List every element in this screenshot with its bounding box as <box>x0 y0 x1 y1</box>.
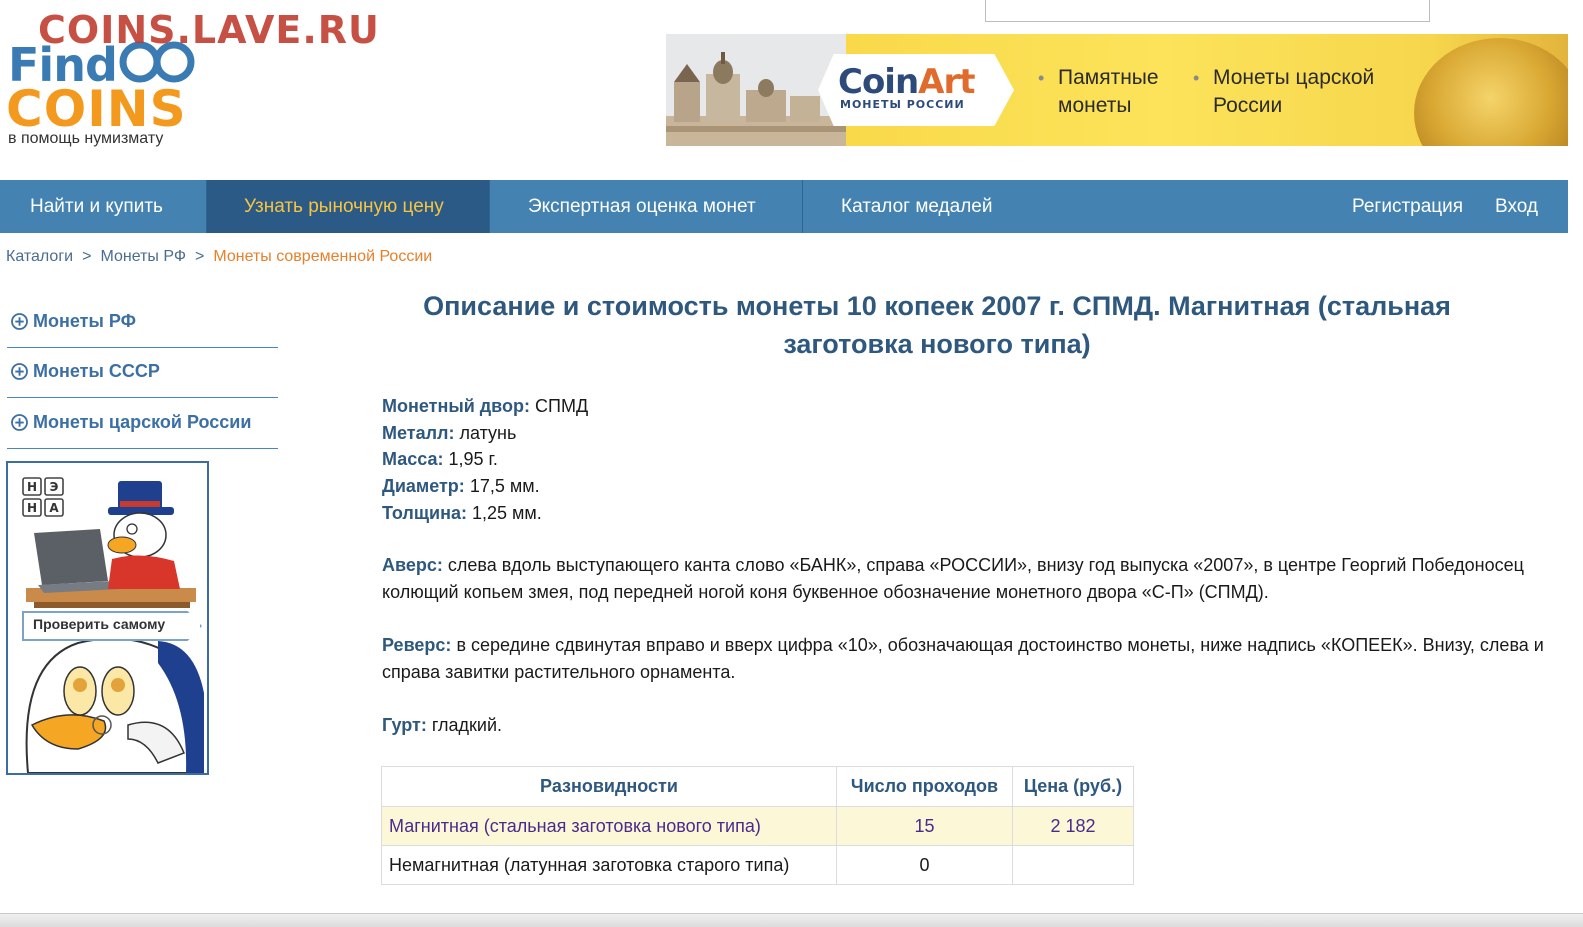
logo-tagline: в помощь нумизмату <box>8 130 164 147</box>
coinart-logo-coin: Coin <box>838 62 919 102</box>
spec-key: Монетный двор: <box>382 396 530 416</box>
variant-cell[interactable]: Магнитная (стальная заготовка нового тип… <box>381 806 837 846</box>
promo-label: Проверить самому <box>33 616 166 632</box>
breadcrumb-catalogs[interactable]: Каталоги <box>6 248 73 265</box>
watermark-text: COINS.LAVE.RU <box>38 8 380 52</box>
edge-description: Гурт: гладкий. <box>382 712 1552 739</box>
price-cell: 2 182 <box>1012 806 1134 846</box>
reverse-key: Реверс: <box>382 635 452 655</box>
column-header-price: Цена (руб.) <box>1012 766 1134 807</box>
main-nav: Найти и купить Узнать рыночную цену Эксп… <box>0 180 1568 233</box>
breadcrumb-separator: > <box>195 248 205 265</box>
spec-value: 17,5 мм. <box>469 476 540 497</box>
sidebar-item-coins-tsarist[interactable]: Монеты царской России <box>7 399 278 449</box>
key-label: Н <box>27 501 37 515</box>
nav-medal-catalog[interactable]: Каталог медалей <box>841 180 992 233</box>
breadcrumb-current[interactable]: Монеты современной России <box>213 248 432 265</box>
nav-login[interactable]: Вход <box>1495 180 1538 233</box>
spec-diameter: Диаметр: 17,5 мм. <box>382 473 588 500</box>
page-title: Описание и стоимость монеты 10 копеек 20… <box>423 291 1451 359</box>
coinart-subtitle: МОНЕТЫ РОССИИ <box>840 98 965 111</box>
spec-value: латунь <box>459 422 517 443</box>
variant-cell[interactable]: Немагнитная (латунная заготовка старого … <box>381 845 837 885</box>
spec-mint: Монетный двор: СПМД <box>382 393 588 420</box>
nav-divider <box>802 180 803 233</box>
coinart-banner[interactable]: CoinArt МОНЕТЫ РОССИИ Памятные монеты Мо… <box>666 34 1568 146</box>
breadcrumb-coins-rf[interactable]: Монеты РФ <box>100 248 186 265</box>
window-bottom-edge <box>0 913 1583 927</box>
key-label: А <box>49 501 59 515</box>
obverse-text: слева вдоль выступающего канта слово «БА… <box>382 555 1524 602</box>
breadcrumb: Каталоги > Монеты РФ > Монеты современной Ро… <box>6 248 432 266</box>
variants-table: Разновидности Число проходов Цена (руб.)… <box>381 766 1134 885</box>
obverse-key: Аверс: <box>382 555 443 575</box>
spec-metal: Металл: латунь <box>382 420 588 447</box>
spec-key: Масса: <box>382 449 444 470</box>
edge-key: Гурт: <box>382 715 427 735</box>
reverse-description: Реверс: в середине сдвинутая вправо и вв… <box>382 632 1552 686</box>
sidebar-item-coins-ussr[interactable]: Монеты СССР <box>7 348 278 398</box>
spec-mass: Масса: 1,95 г. <box>382 446 588 473</box>
banner-link-commemorative[interactable]: Памятные монеты <box>1038 64 1188 120</box>
sidebar-item-label: Монеты царской России <box>33 412 252 432</box>
obverse-description: Аверс: слева вдоль выступающего канта сл… <box>382 552 1552 606</box>
site-logo[interactable]: Find COINS в помощь нумизмату <box>6 36 208 154</box>
edge-text: гладкий. <box>431 715 503 735</box>
nav-find-buy[interactable]: Найти и купить <box>30 180 163 233</box>
column-header-passes: Число проходов <box>836 766 1013 807</box>
gold-coin-icon <box>1414 38 1568 146</box>
spec-value: 1,95 г. <box>448 449 498 470</box>
expand-plus-icon <box>11 363 28 380</box>
coin-specs: Монетный двор: СПМД Металл: латунь Масса… <box>382 393 588 527</box>
nav-divider <box>489 180 490 233</box>
spec-key: Диаметр: <box>382 476 465 497</box>
key-label: Э <box>50 480 59 494</box>
table-row[interactable]: Магнитная (стальная заготовка нового тип… <box>381 806 1134 846</box>
check-yourself-promo[interactable]: Н Э Н А Проверить самому <box>6 461 209 775</box>
spec-value: СПМД <box>535 396 589 416</box>
sidebar-item-label: Монеты СССР <box>33 361 160 381</box>
expand-plus-icon <box>11 414 28 431</box>
expand-plus-icon <box>11 313 28 330</box>
table-header-row: Разновидности Число проходов Цена (руб.) <box>381 766 1134 807</box>
nav-market-price[interactable]: Узнать рыночную цену <box>207 180 489 233</box>
breadcrumb-separator: > <box>82 248 92 265</box>
passes-cell: 15 <box>836 806 1013 846</box>
key-label: Н <box>27 480 37 494</box>
spec-thickness: Толщина: 1,25 мм. <box>382 500 588 527</box>
spec-key: Толщина: <box>382 502 467 523</box>
coinart-logo: CoinArt <box>838 62 976 102</box>
sidebar-item-label: Монеты РФ <box>33 311 136 331</box>
spec-value: 1,25 мм. <box>472 502 542 523</box>
coinart-logo-art: Art <box>918 62 975 102</box>
price-cell <box>1012 845 1134 885</box>
column-header-variant: Разновидности <box>381 766 837 807</box>
banner-link-tsarist[interactable]: Монеты царской России <box>1193 64 1413 120</box>
spec-key: Металл: <box>382 422 455 443</box>
reverse-text: в середине сдвинутая вправо и вверх цифр… <box>382 635 1544 682</box>
keyboard-keys-icon: Н Э Н А <box>22 477 64 517</box>
nav-expert-evaluation[interactable]: Экспертная оценка монет <box>528 180 756 233</box>
sidebar-item-coins-rf[interactable]: Монеты РФ <box>7 298 278 348</box>
nav-register[interactable]: Регистрация <box>1352 180 1463 233</box>
search-input[interactable] <box>985 0 1430 22</box>
table-row[interactable]: Немагнитная (латунная заготовка старого … <box>381 845 1134 885</box>
passes-cell: 0 <box>836 845 1013 885</box>
